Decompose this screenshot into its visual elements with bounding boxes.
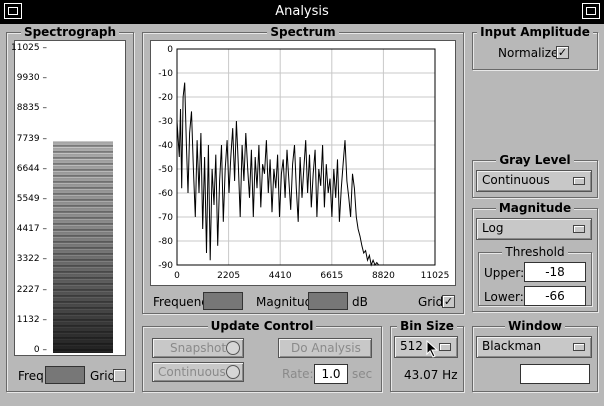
bin-resolution: 43.07 Hz	[404, 368, 458, 382]
window-function-menu[interactable]: Blackman	[476, 336, 592, 358]
spectrograph-title: Spectrograph	[20, 25, 120, 39]
upper-threshold-field[interactable]: -18	[524, 262, 586, 282]
window-maximize-button[interactable]	[582, 3, 600, 19]
rate-label: Rate:	[282, 367, 314, 381]
spectrum-chart: 0-10-20-30-40-50-60-70-80-900 2205 4410 661…	[158, 45, 450, 281]
window-menu-indicator-icon	[573, 343, 585, 351]
snapshot-label: Snapshot	[170, 341, 227, 355]
snapshot-radio-icon	[226, 341, 240, 355]
spectrum-grid-label: Grid	[418, 295, 444, 309]
bin-size-value: 512	[400, 339, 423, 353]
continuous-label: Continuous	[158, 365, 226, 379]
rate-field[interactable]: 1.0	[314, 364, 348, 384]
gray-level-menu-indicator-icon	[573, 177, 585, 185]
spectrum-series-line	[176, 82, 435, 267]
lower-threshold-field[interactable]: -66	[524, 286, 586, 306]
magnitude-scale-menu[interactable]: Log	[476, 218, 592, 240]
upper-label: Upper:	[484, 266, 525, 280]
spectrum-db-label: dB	[352, 295, 368, 309]
spectrum-y-tick-label: -60	[158, 189, 173, 199]
spectrum-x-tick-label: 8820	[372, 271, 395, 281]
rate-unit: sec	[352, 367, 373, 381]
continuous-radio-icon	[226, 365, 240, 379]
gray-level-title: Gray Level	[496, 153, 574, 167]
spectrum-x-tick-label: 0	[174, 271, 180, 281]
spectrum-x-tick-label: 11025	[421, 271, 450, 281]
spectrum-display[interactable]: 0 -10 -20 -30 -40 -50 -60 -70 -80 -90 0 2205 4410 661…	[150, 40, 456, 286]
bin-size-title: Bin Size	[397, 319, 457, 333]
window-title: Analysis	[275, 4, 329, 19]
spectrograph-freq-tick: 2227 –	[16, 284, 47, 295]
spectrograph-image	[53, 141, 113, 353]
spectrograph-freq-tick: 0 –	[33, 345, 47, 355]
spectrum-y-tick-label: -20	[158, 93, 173, 103]
magnitude-scale-value: Log	[482, 221, 504, 235]
spectrum-x-tick-label: 4410	[269, 271, 292, 281]
title-bar[interactable]: Analysis	[0, 0, 604, 24]
spectrograph-freq-tick: 3322 –	[16, 254, 47, 265]
spectrum-y-tick-label: -10	[158, 69, 173, 79]
gray-level-menu[interactable]: Continuous	[476, 170, 592, 192]
window-function-title: Window	[505, 319, 565, 333]
window-param-field[interactable]	[520, 364, 590, 384]
spectrograph-freq-tick: 7739 –	[16, 133, 47, 144]
spectrum-grid-checkbox[interactable]: ✓	[442, 295, 455, 308]
spectrum-y-tick-label: -50	[158, 165, 173, 175]
spectrum-y-tick-label: -70	[158, 213, 173, 223]
spectrograph-freq-label: Freq:	[18, 369, 48, 383]
spectrum-y-tick-label: 0	[167, 45, 173, 55]
spectrograph-freq-tick: 8835 –	[16, 103, 47, 114]
input-amplitude-title: Input Amplitude	[477, 25, 593, 39]
spectrograph-freq-tick: 11025 –	[11, 43, 47, 53]
spectrograph-freq-field[interactable]	[45, 366, 85, 384]
normalize-label: Normalize	[498, 46, 559, 60]
gray-level-value: Continuous	[482, 173, 550, 187]
window-function-value: Blackman	[482, 339, 542, 353]
spectrograph-freq-tick: 1132 –	[16, 314, 47, 325]
magnitude-menu-indicator-icon	[573, 225, 585, 233]
spectrum-x-tick-label: 6615	[320, 271, 343, 281]
normalize-checkbox[interactable]: ✓	[556, 46, 569, 59]
bin-size-menu-indicator-icon	[439, 343, 451, 351]
do-analysis-button[interactable]: Do Analysis	[278, 338, 372, 358]
spectrograph-freq-tick: 6644 –	[16, 163, 47, 174]
spectrum-title: Spectrum	[267, 25, 339, 39]
lower-label: Lower:	[484, 290, 524, 304]
spectrum-y-tick-label: -90	[158, 261, 173, 271]
spectrum-magnitude-field[interactable]	[308, 292, 348, 310]
threshold-title: Threshold	[502, 245, 568, 259]
spectrograph-freq-tick: 5549 –	[16, 194, 47, 204]
spectrum-x-tick-label: 2205	[217, 271, 240, 281]
mouse-cursor-icon	[426, 340, 439, 358]
spectrograph-grid-checkbox[interactable]	[113, 369, 126, 382]
update-control-title: Update Control	[207, 319, 317, 333]
spectrograph-freq-tick: 9930 –	[16, 73, 47, 84]
spectrum-y-tick-label: -40	[158, 141, 173, 151]
magnitude-title: Magnitude	[495, 201, 575, 215]
spectrograph-display[interactable]: 11025 – 9930 – 8835 – 7739 – 6644 – 5549 – 441…	[11, 40, 126, 356]
spectrum-y-tick-label: -80	[158, 237, 173, 247]
spectrograph-grid-label: Grid	[90, 369, 116, 383]
spectrum-y-tick-label: -30	[158, 117, 173, 127]
spectrum-frequency-field[interactable]	[203, 292, 243, 310]
spectrograph-freq-tick: 4417 –	[16, 224, 47, 235]
